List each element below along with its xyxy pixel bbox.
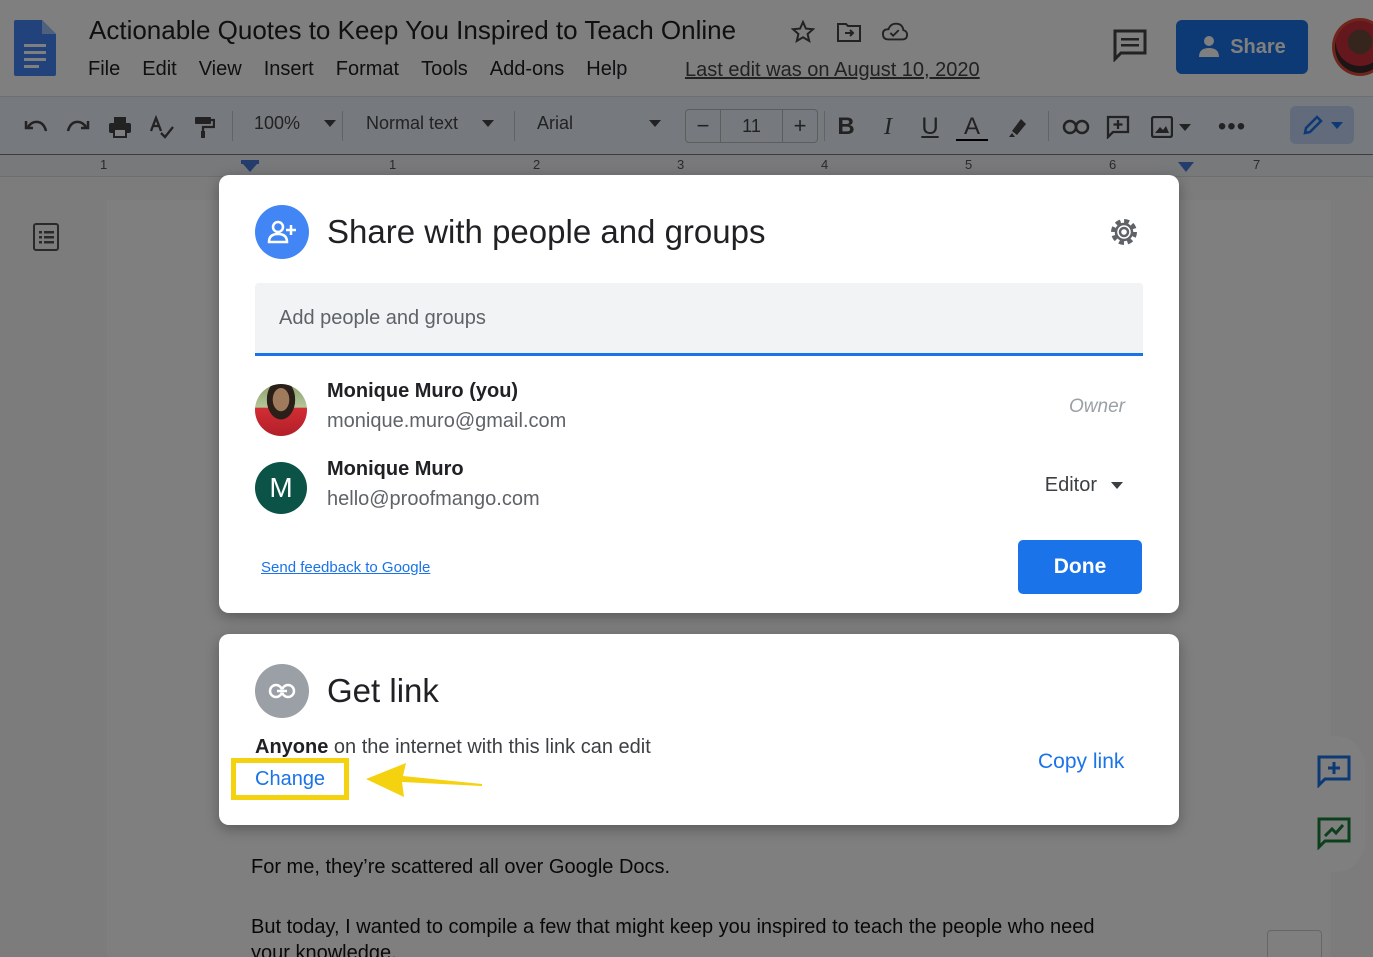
role-dropdown[interactable]: Editor	[1045, 474, 1123, 497]
link-access-detail: on the internet with this link can edit	[328, 736, 651, 758]
share-dialog: Share with people and groups Monique Mur…	[219, 175, 1179, 613]
person-name: Monique Muro	[327, 458, 464, 480]
get-link-title: Get link	[327, 672, 439, 709]
person-row: M Monique Muro hello@proofmango.com Edit…	[255, 458, 1143, 518]
link-access-audience: Anyone	[255, 736, 329, 758]
chevron-down-icon	[1111, 482, 1123, 489]
add-people-input[interactable]	[255, 283, 1143, 353]
annotation-arrow-icon	[366, 763, 482, 797]
owner-role-label: Owner	[1069, 396, 1125, 417]
link-access-description: Anyone on the internet with this link ca…	[255, 736, 651, 759]
avatar	[255, 384, 307, 436]
add-person-icon	[255, 205, 309, 259]
person-name: Monique Muro (you)	[327, 380, 519, 402]
done-button[interactable]: Done	[1018, 540, 1142, 594]
change-link-button[interactable]: Change	[255, 768, 325, 791]
avatar: M	[255, 462, 307, 514]
share-dialog-title: Share with people and groups	[327, 213, 766, 250]
person-row: Monique Muro (you) monique.muro@gmail.co…	[255, 380, 1143, 440]
person-email: monique.muro@gmail.com	[327, 410, 567, 432]
copy-link-button[interactable]: Copy link	[1038, 750, 1124, 774]
gear-icon[interactable]	[1107, 215, 1141, 249]
person-email: hello@proofmango.com	[327, 488, 540, 510]
role-dropdown-value: Editor	[1044, 474, 1097, 496]
add-people-field[interactable]	[255, 283, 1143, 356]
link-icon	[255, 664, 309, 718]
send-feedback-link[interactable]: Send feedback to Google	[261, 559, 430, 576]
